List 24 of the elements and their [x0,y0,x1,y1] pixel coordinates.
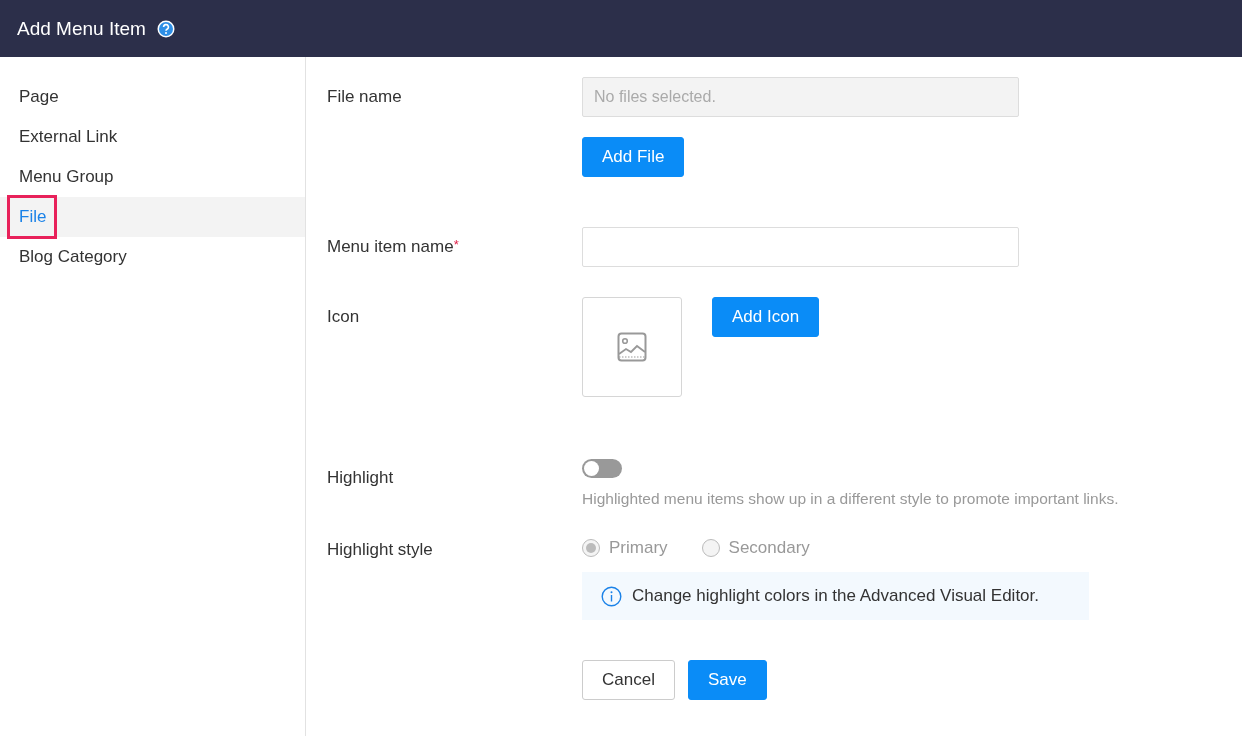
info-icon [601,585,622,607]
menu-item-name-field[interactable] [582,227,1019,267]
image-icon [617,332,647,362]
field-label: Menu item name$^{*}$ [327,236,460,257]
info-text: Change highlight colors in the Advanced Visual Editor. [632,586,1039,606]
field-label: Highlight [327,467,395,488]
field-label: Highlight style [327,539,434,560]
field-label: File name [327,86,403,107]
help-icon[interactable] [156,19,175,38]
icon-preview-box[interactable] [582,297,682,397]
sidebar-item[interactable]: Page [0,77,305,117]
help-text: Highlighted menu items show up in a different style to promote important links. [582,490,1119,508]
sidebar-item[interactable]: Menu Group [0,157,305,197]
highlight-toggle[interactable] [582,459,622,478]
page-title: Add Menu Item [17,17,146,40]
cancel-button[interactable]: Cancel [582,660,675,700]
sidebar-item[interactable]: External Link [0,117,305,157]
field-label: Icon [327,306,361,327]
sidebar-item[interactable]: File [0,197,305,237]
file-name-field[interactable]: No files selected. [582,77,1019,117]
add-file-button[interactable]: Add File [582,137,685,177]
sidebar-item[interactable]: Blog Category [0,237,305,277]
save-button[interactable]: Save [687,660,767,700]
add-icon-button[interactable]: Add Icon [712,297,820,337]
